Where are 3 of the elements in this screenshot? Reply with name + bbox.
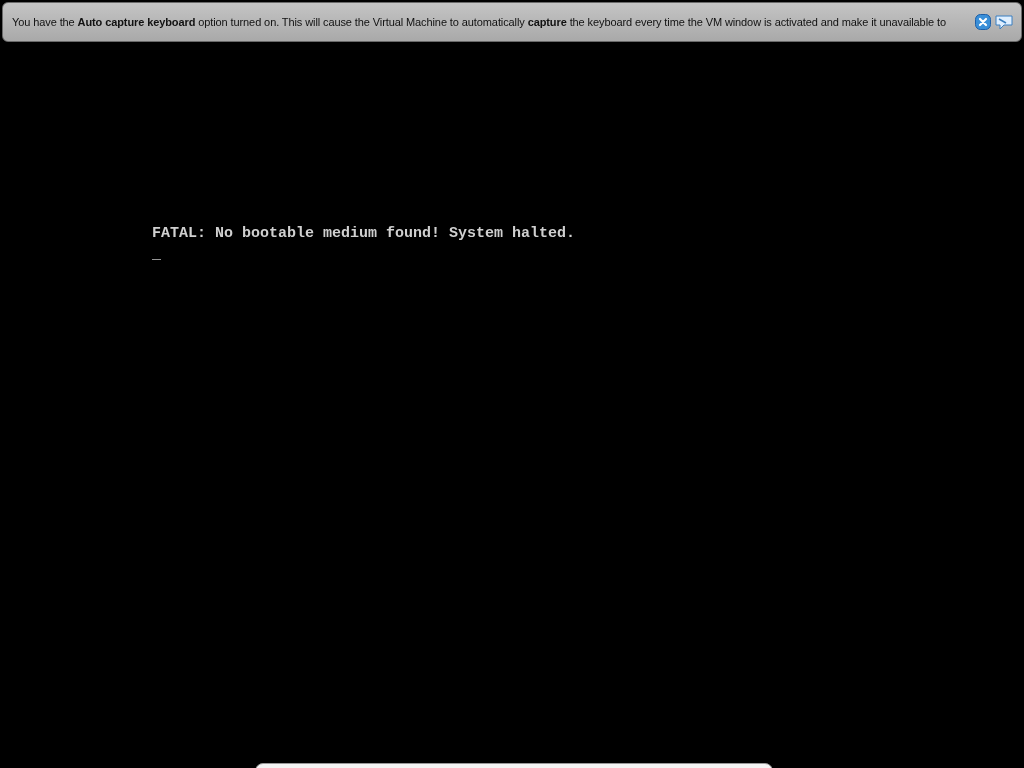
notification-message: You have the Auto capture keyboard option turned on. This will cause the Virtual Machine to automatically capture the keyboard every time the VM window is activated and make it unavailable to (12, 16, 946, 28)
console-text: FATAL: No bootable medium found! System halted. (152, 224, 576, 244)
console-text: _ (152, 245, 161, 265)
